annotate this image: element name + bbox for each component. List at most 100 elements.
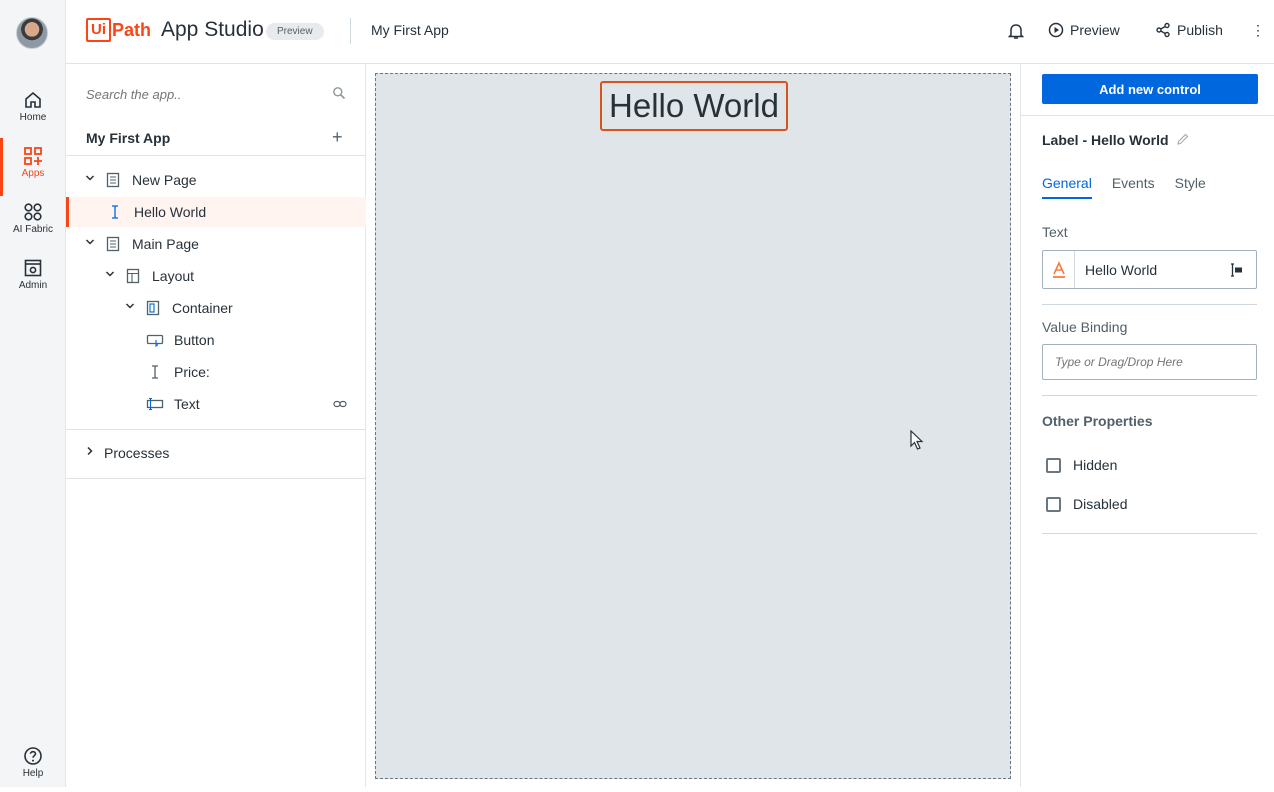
text-format-icon[interactable] — [1043, 251, 1075, 288]
page-icon — [106, 172, 120, 188]
home-icon — [25, 91, 41, 108]
app-name[interactable]: My First App — [371, 22, 449, 38]
tree-node-layout[interactable]: Layout — [66, 261, 366, 291]
add-page-icon[interactable]: + — [332, 128, 343, 146]
hello-world-label[interactable]: Hello World — [600, 81, 788, 131]
tree-node-container[interactable]: Container — [66, 293, 366, 323]
chevron-down-icon[interactable] — [125, 301, 135, 311]
rail-label-apps: Apps — [21, 168, 45, 179]
header-divider — [350, 18, 351, 44]
tree-node-new-page[interactable]: New Page — [66, 165, 366, 195]
checkbox-box[interactable] — [1046, 496, 1061, 512]
edit-name-button[interactable] — [1176, 132, 1190, 151]
tree-node-label: Button — [174, 332, 215, 348]
props-divider — [1042, 533, 1257, 534]
rail-label-help: Help — [22, 768, 44, 779]
help-icon — [24, 747, 42, 765]
publish-button[interactable]: Publish — [1155, 22, 1223, 38]
rail-item-help[interactable]: Help — [0, 740, 66, 792]
notifications-button[interactable] — [1007, 22, 1025, 45]
tree-node-main-page[interactable]: Main Page — [66, 229, 366, 259]
user-avatar[interactable] — [16, 17, 48, 49]
text-field-label: Text — [1042, 224, 1068, 240]
container-icon — [146, 300, 160, 316]
props-divider — [1042, 395, 1257, 396]
text-property-value[interactable]: Hello World — [1085, 262, 1157, 278]
expression-editor-icon[interactable] — [1228, 262, 1244, 283]
top-bar: Ui Path App Studio Preview My First App … — [66, 0, 1274, 64]
chevron-right-icon[interactable] — [85, 446, 95, 456]
tree-node-label: Main Page — [132, 236, 199, 252]
tree-node-hello-world[interactable]: Hello World — [66, 197, 366, 227]
admin-icon — [24, 259, 42, 277]
text-property-field[interactable]: Hello World — [1042, 250, 1257, 289]
more-options-icon[interactable]: ⋮ — [1251, 22, 1265, 39]
search-app-input[interactable] — [86, 84, 348, 104]
value-binding-input[interactable] — [1042, 344, 1257, 380]
ai-fabric-icon — [24, 203, 42, 221]
rail-item-ai-fabric[interactable]: AI Fabric — [0, 196, 66, 248]
publish-label: Publish — [1177, 22, 1223, 38]
rail-label-admin: Admin — [18, 280, 48, 291]
left-rail: Home Apps AI Fabric Admin Help — [0, 0, 66, 787]
share-icon — [1156, 22, 1170, 38]
bell-icon — [1007, 24, 1025, 39]
props-divider — [1021, 115, 1274, 116]
hidden-checkbox[interactable]: Hidden — [1046, 457, 1117, 473]
tree-node-label: Price: — [174, 364, 210, 380]
tab-general[interactable]: General — [1042, 175, 1092, 199]
props-tabs: General Events Style — [1042, 175, 1206, 199]
rail-label-home: Home — [19, 112, 47, 123]
rail-item-home[interactable]: Home — [0, 84, 66, 136]
tab-style[interactable]: Style — [1175, 175, 1206, 199]
add-new-control-button[interactable]: Add new control — [1042, 74, 1258, 104]
page-icon — [106, 236, 120, 252]
tree-node-label: Text — [174, 396, 200, 412]
link-icon[interactable] — [333, 398, 347, 410]
tree-node-button[interactable]: Button — [66, 325, 366, 355]
checkbox-box[interactable] — [1046, 457, 1061, 473]
rail-item-apps[interactable]: Apps — [0, 138, 66, 196]
disabled-checkbox[interactable]: Disabled — [1046, 496, 1127, 512]
tree-node-text-input[interactable]: Text — [66, 389, 366, 419]
product-title: App Studio — [161, 18, 264, 41]
tree-divider — [66, 429, 366, 430]
design-canvas[interactable]: Hello World — [375, 73, 1011, 779]
tree-divider — [66, 478, 366, 479]
disabled-label: Disabled — [1073, 496, 1128, 512]
app-tree-panel: My First App + New Page Hello World Main… — [66, 64, 366, 787]
tab-events[interactable]: Events — [1112, 175, 1155, 199]
tree-node-label: Container — [172, 300, 233, 316]
chevron-down-icon[interactable] — [85, 237, 95, 247]
tree-node-processes[interactable]: Processes — [66, 438, 366, 468]
tree-app-header[interactable]: My First App — [86, 130, 170, 146]
tree-node-label: New Page — [132, 172, 197, 188]
logo-path: Path — [112, 19, 152, 40]
tree-node-label: Hello World — [134, 204, 207, 220]
properties-panel: Add new control Label - Hello World Gene… — [1020, 64, 1274, 787]
tree-node-label: Processes — [104, 445, 170, 461]
label-control-icon — [112, 205, 118, 219]
apps-icon — [24, 147, 42, 165]
design-canvas-area: Hello World — [366, 64, 1020, 787]
tree-node-label: Layout — [152, 268, 195, 284]
mouse-cursor-icon — [910, 430, 924, 450]
textbox-control-icon — [146, 397, 164, 411]
pencil-icon — [1177, 133, 1189, 145]
chevron-down-icon[interactable] — [105, 269, 115, 279]
preview-button[interactable]: Preview — [1048, 22, 1120, 38]
tree-node-price-label[interactable]: Price: — [66, 357, 366, 387]
logo-ui: Ui — [86, 18, 111, 42]
chevron-down-icon[interactable] — [85, 173, 95, 183]
button-control-icon — [146, 334, 164, 348]
other-properties-heading: Other Properties — [1042, 413, 1153, 429]
props-divider — [1042, 304, 1257, 305]
rail-item-admin[interactable]: Admin — [0, 252, 66, 304]
preview-label: Preview — [1070, 22, 1120, 38]
selected-control-title: Label - Hello World — [1042, 132, 1169, 148]
search-icon[interactable] — [332, 86, 346, 105]
rail-label-ai-fabric: AI Fabric — [12, 224, 53, 235]
value-binding-label: Value Binding — [1042, 319, 1128, 335]
preview-badge: Preview — [266, 23, 324, 40]
label-control-icon — [152, 365, 158, 379]
